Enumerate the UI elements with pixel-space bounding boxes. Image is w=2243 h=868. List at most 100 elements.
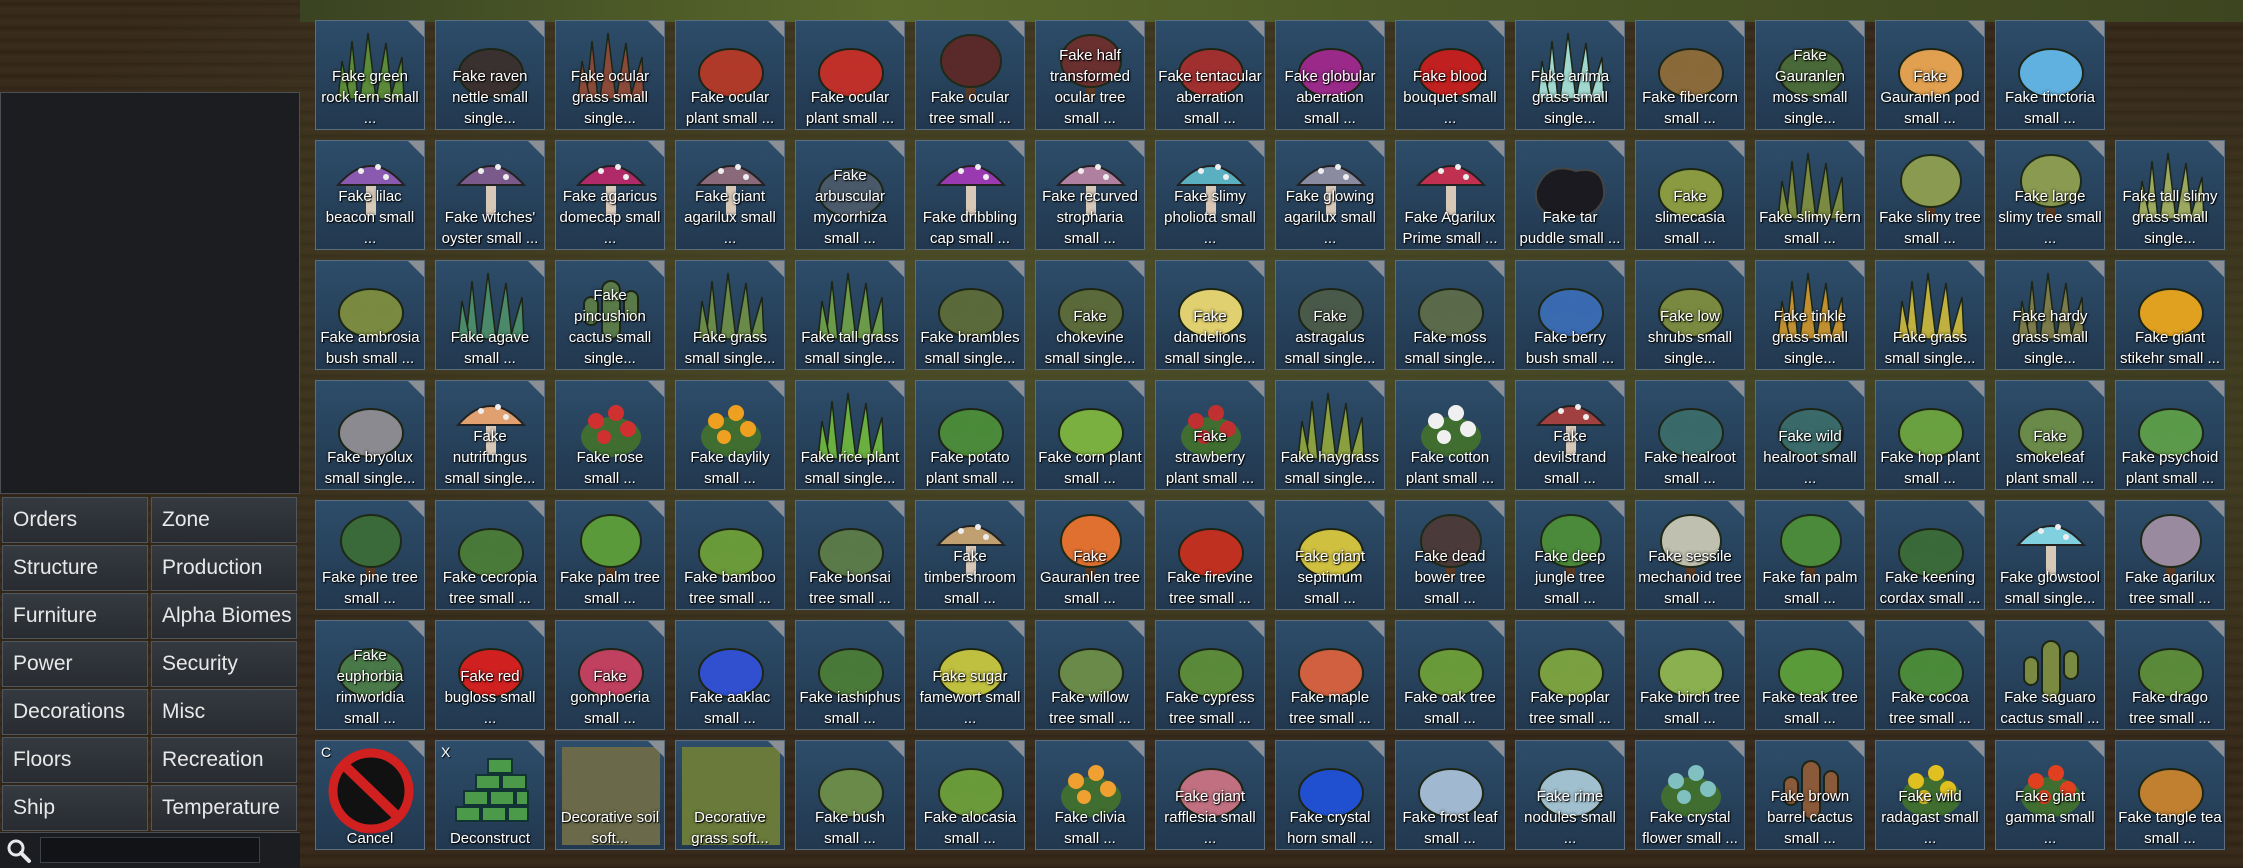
designator-fake-rime-nodules-small[interactable]: Fake rime nodules small ...: [1515, 740, 1625, 850]
designator-fake-nutrifungus-small-single[interactable]: Fake nutrifungus small single...: [435, 380, 545, 490]
designator-fake-anima-grass-small-single[interactable]: Fake anima grass small single...: [1515, 20, 1625, 130]
designator-fake-brown-barrel-cactus-small[interactable]: Fake brown barrel cactus small ...: [1755, 740, 1865, 850]
designator-fake-keening-cordax-small[interactable]: Fake keening cordax small ...: [1875, 500, 1985, 610]
designator-fake-hardy-grass-small-single[interactable]: Fake hardy grass small single...: [1995, 260, 2105, 370]
designator-fake-brambles-small-single[interactable]: Fake brambles small single...: [915, 260, 1025, 370]
designator-fake-psychoid-plant-small[interactable]: Fake psychoid plant small ...: [2115, 380, 2225, 490]
category-button-furniture[interactable]: Furniture: [2, 593, 148, 639]
designator-fake-ocular-grass-small-single[interactable]: Fake ocular grass small single...: [555, 20, 665, 130]
designator-fake-agarilux-prime-small[interactable]: Fake Agarilux Prime small ...: [1395, 140, 1505, 250]
designator-fake-haygrass-small-single[interactable]: Fake haygrass small single...: [1275, 380, 1385, 490]
designator-fake-firevine-tree-small[interactable]: Fake firevine tree small ...: [1155, 500, 1265, 610]
designator-fake-grass-small-single[interactable]: Fake grass small single...: [675, 260, 785, 370]
designator-fake-cocoa-tree-small[interactable]: Fake cocoa tree small ...: [1875, 620, 1985, 730]
designator-fake-oak-tree-small[interactable]: Fake oak tree small ...: [1395, 620, 1505, 730]
category-button-misc[interactable]: Misc: [151, 689, 297, 735]
designator-fake-low-shrubs-small-single[interactable]: Fake low shrubs small single...: [1635, 260, 1745, 370]
designator-fake-witches-oyster-small[interactable]: Fake witches' oyster small ...: [435, 140, 545, 250]
designator-fake-smokeleaf-plant-small[interactable]: Fake smokeleaf plant small ...: [1995, 380, 2105, 490]
designator-fake-glowing-agarilux-small[interactable]: Fake glowing agarilux small ...: [1275, 140, 1385, 250]
designator-cancel[interactable]: C Cancel: [315, 740, 425, 850]
category-button-ship[interactable]: Ship: [2, 785, 148, 831]
designator-fake-gauranlen-tree-small[interactable]: Fake Gauranlen tree small ...: [1035, 500, 1145, 610]
designator-fake-gomphoeria-small[interactable]: Fake gomphoeria small ...: [555, 620, 665, 730]
designator-decorative-soil-soft[interactable]: Decorative soil soft...: [555, 740, 665, 850]
designator-fake-pincushion-cactus-small-single[interactable]: Fake pincushion cactus small single...: [555, 260, 665, 370]
designator-fake-saguaro-cactus-small[interactable]: Fake saguaro cactus small ...: [1995, 620, 2105, 730]
designator-fake-giant-gamma-small[interactable]: Fake giant gamma small ...: [1995, 740, 2105, 850]
designator-fake-alocasia-small[interactable]: Fake alocasia small ...: [915, 740, 1025, 850]
designator-fake-giant-agarilux-small[interactable]: Fake giant agarilux small ...: [675, 140, 785, 250]
designator-fake-large-slimy-tree-small[interactable]: Fake large slimy tree small ...: [1995, 140, 2105, 250]
designator-fake-slimy-pholiota-small[interactable]: Fake slimy pholiota small ...: [1155, 140, 1265, 250]
designator-fake-crystal-flower-small[interactable]: Fake crystal flower small ...: [1635, 740, 1745, 850]
designator-fake-tall-slimy-grass-small-single[interactable]: Fake tall slimy grass small single...: [2115, 140, 2225, 250]
designator-fake-lilac-beacon-small[interactable]: Fake lilac beacon small ...: [315, 140, 425, 250]
designator-fake-recurved-stropharia-small[interactable]: Fake recurved stropharia small ...: [1035, 140, 1145, 250]
designator-fake-tentacular-aberration-small[interactable]: Fake tentacular aberration small ...: [1155, 20, 1265, 130]
designator-fake-frost-leaf-small[interactable]: Fake frost leaf small ...: [1395, 740, 1505, 850]
designator-fake-agarilux-tree-small[interactable]: Fake agarilux tree small ...: [2115, 500, 2225, 610]
designator-fake-gauranlen-pod-small[interactable]: Fake Gauranlen pod small ...: [1875, 20, 1985, 130]
designator-fake-daylily-small[interactable]: Fake daylily small ...: [675, 380, 785, 490]
category-button-zone[interactable]: Zone: [151, 497, 297, 543]
designator-fake-ocular-plant-small[interactable]: Fake ocular plant small ...: [795, 20, 905, 130]
designator-fake-blood-bouquet-small[interactable]: Fake blood bouquet small ...: [1395, 20, 1505, 130]
designator-fake-hop-plant-small[interactable]: Fake hop plant small ...: [1875, 380, 1985, 490]
designator-fake-tinctoria-small[interactable]: Fake tinctoria small ...: [1995, 20, 2105, 130]
designator-fake-potato-plant-small[interactable]: Fake potato plant small ...: [915, 380, 1025, 490]
designator-fake-devilstrand-small[interactable]: Fake devilstrand small ...: [1515, 380, 1625, 490]
designator-fake-giant-stikehr-small[interactable]: Fake giant stikehr small ...: [2115, 260, 2225, 370]
category-button-decorations[interactable]: Decorations: [2, 689, 148, 735]
designator-fake-globular-aberration-small[interactable]: Fake globular aberration small ...: [1275, 20, 1385, 130]
designator-fake-euphorbia-rimworldia-small[interactable]: Fake euphorbia rimworldia small ...: [315, 620, 425, 730]
designator-fake-cotton-plant-small[interactable]: Fake cotton plant small ...: [1395, 380, 1505, 490]
designator-fake-red-bugloss-small[interactable]: Fake red bugloss small ...: [435, 620, 545, 730]
category-button-temperature[interactable]: Temperature: [151, 785, 297, 831]
designator-fake-slimy-fern-small[interactable]: Fake slimy fern small ...: [1755, 140, 1865, 250]
category-button-floors[interactable]: Floors: [2, 737, 148, 783]
designator-fake-bamboo-tree-small[interactable]: Fake bamboo tree small ...: [675, 500, 785, 610]
designator-fake-tall-grass-small-single[interactable]: Fake tall grass small single...: [795, 260, 905, 370]
designator-fake-clivia-small[interactable]: Fake clivia small ...: [1035, 740, 1145, 850]
designator-fake-slimecasia-small[interactable]: Fake slimecasia small ...: [1635, 140, 1745, 250]
category-button-orders[interactable]: Orders: [2, 497, 148, 543]
designator-deconstruct[interactable]: X Deconstruct: [435, 740, 545, 850]
designator-fake-willow-tree-small[interactable]: Fake willow tree small ...: [1035, 620, 1145, 730]
designator-fake-rice-plant-small-single[interactable]: Fake rice plant small single...: [795, 380, 905, 490]
category-button-power[interactable]: Power: [2, 641, 148, 687]
designator-fake-glowstool-small-single[interactable]: Fake glowstool small single...: [1995, 500, 2105, 610]
category-button-structure[interactable]: Structure: [2, 545, 148, 591]
designator-fake-palm-tree-small[interactable]: Fake palm tree small ...: [555, 500, 665, 610]
designator-fake-fan-palm-small[interactable]: Fake fan palm small ...: [1755, 500, 1865, 610]
designator-fake-grass-small-single[interactable]: Fake grass small single...: [1875, 260, 1985, 370]
category-button-recreation[interactable]: Recreation: [151, 737, 297, 783]
category-button-alpha-biomes[interactable]: Alpha Biomes: [151, 593, 297, 639]
designator-fake-half-transformed-ocular-tree-small[interactable]: Fake half transformed ocular tree small …: [1035, 20, 1145, 130]
designator-fake-crystal-horn-small[interactable]: Fake crystal horn small ...: [1275, 740, 1385, 850]
search-input[interactable]: [40, 837, 260, 863]
designator-fake-sessile-mechanoid-tree-small[interactable]: Fake sessile mechanoid tree small ...: [1635, 500, 1745, 610]
designator-fake-sugar-famewort-small[interactable]: Fake sugar famewort small ...: [915, 620, 1025, 730]
designator-fake-timbershroom-small[interactable]: Fake timbershroom small ...: [915, 500, 1025, 610]
designator-fake-rose-small[interactable]: Fake rose small ...: [555, 380, 665, 490]
designator-fake-tinkle-grass-small-single[interactable]: Fake tinkle grass small single...: [1755, 260, 1865, 370]
designator-fake-bonsai-tree-small[interactable]: Fake bonsai tree small ...: [795, 500, 905, 610]
designator-fake-raven-nettle-small-single[interactable]: Fake raven nettle small single...: [435, 20, 545, 130]
designator-fake-chokevine-small-single[interactable]: Fake chokevine small single...: [1035, 260, 1145, 370]
designator-fake-teak-tree-small[interactable]: Fake teak tree small ...: [1755, 620, 1865, 730]
designator-fake-healroot-small[interactable]: Fake healroot small ...: [1635, 380, 1745, 490]
designator-fake-pine-tree-small[interactable]: Fake pine tree small ...: [315, 500, 425, 610]
designator-fake-agave-small[interactable]: Fake agave small ...: [435, 260, 545, 370]
designator-fake-strawberry-plant-small[interactable]: Fake strawberry plant small ...: [1155, 380, 1265, 490]
designator-fake-giant-septimum-small[interactable]: Fake giant septimum small ...: [1275, 500, 1385, 610]
category-button-security[interactable]: Security: [151, 641, 297, 687]
designator-fake-bryolux-small-single[interactable]: Fake bryolux small single...: [315, 380, 425, 490]
designator-fake-dandelions-small-single[interactable]: Fake dandelions small single...: [1155, 260, 1265, 370]
designator-fake-giant-rafflesia-small[interactable]: Fake giant rafflesia small ...: [1155, 740, 1265, 850]
designator-fake-wild-radagast-small[interactable]: Fake wild radagast small ...: [1875, 740, 1985, 850]
designator-fake-deep-jungle-tree-small[interactable]: Fake deep jungle tree small ...: [1515, 500, 1625, 610]
designator-fake-tar-puddle-small[interactable]: Fake tar puddle small ...: [1515, 140, 1625, 250]
designator-fake-bush-small[interactable]: Fake bush small ...: [795, 740, 905, 850]
designator-fake-gauranlen-moss-small-single[interactable]: Fake Gauranlen moss small single...: [1755, 20, 1865, 130]
